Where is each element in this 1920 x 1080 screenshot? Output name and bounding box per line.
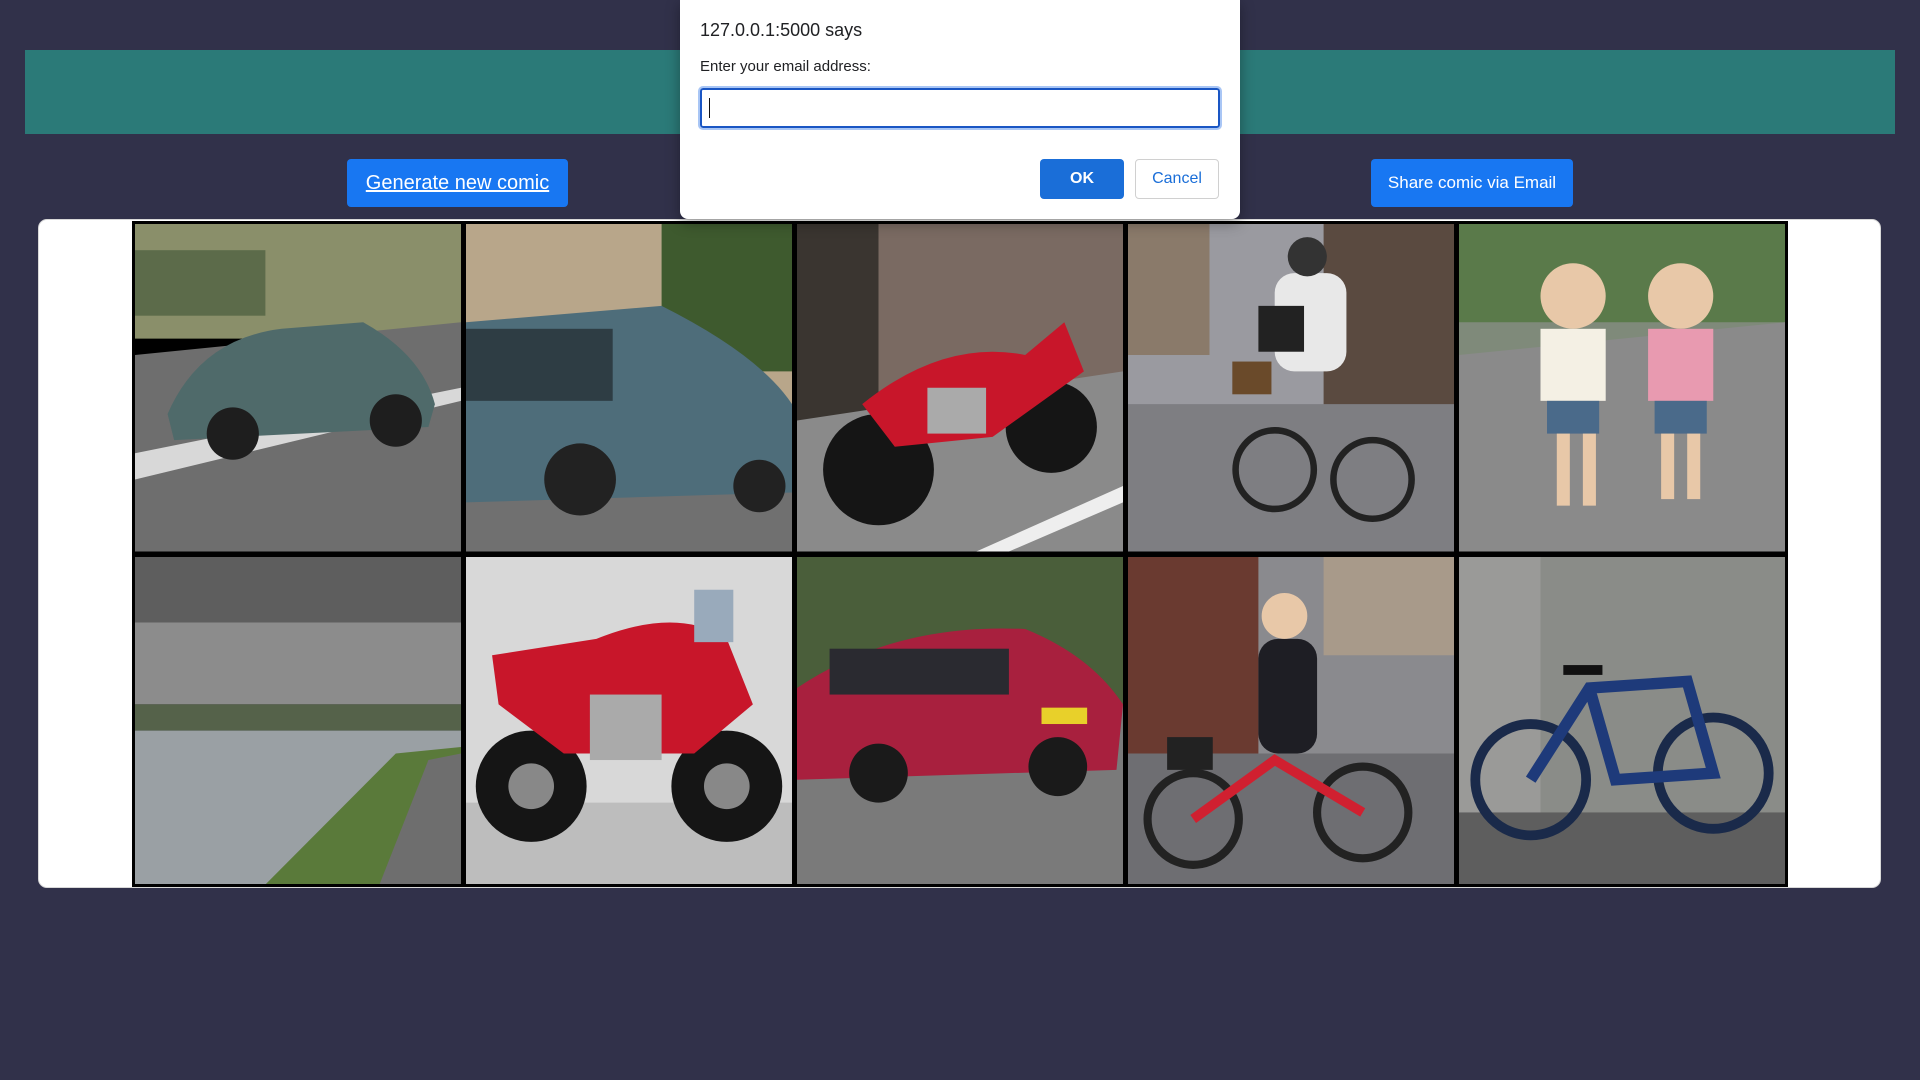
cyclist-image <box>1128 224 1454 552</box>
motorcycle-image <box>466 556 792 884</box>
prompt-dialog: 127.0.0.1:5000 says Enter your email add… <box>680 0 1240 219</box>
comic-panel-3 <box>797 224 1123 552</box>
car-image <box>797 556 1123 884</box>
comic-panel-2 <box>466 224 792 552</box>
car-image <box>466 224 792 552</box>
comic-panel-6 <box>135 556 461 884</box>
comic-panel-4 <box>1128 224 1454 552</box>
bicycle-image <box>1459 556 1785 884</box>
cyclist-image <box>1128 556 1454 884</box>
ok-button[interactable]: OK <box>1040 159 1124 199</box>
comic-panel-8 <box>797 556 1123 884</box>
dialog-origin: 127.0.0.1:5000 says <box>700 20 863 40</box>
dialog-message: Enter your email address: <box>700 58 871 75</box>
generate-comic-button[interactable]: Generate new comic <box>347 159 568 207</box>
car-image <box>135 224 461 552</box>
share-email-button[interactable]: Share comic via Email <box>1371 159 1573 207</box>
comic-grid <box>132 221 1788 887</box>
email-input[interactable] <box>698 86 1222 130</box>
comic-panel-1 <box>135 224 461 552</box>
cancel-button[interactable]: Cancel <box>1135 159 1219 199</box>
comic-panel-7 <box>466 556 792 884</box>
children-image <box>1459 224 1785 552</box>
comic-panel-9 <box>1128 556 1454 884</box>
comic-panel-5 <box>1459 224 1785 552</box>
comic-panel-10 <box>1459 556 1785 884</box>
landscape-image <box>135 556 461 884</box>
motorcycle-image <box>797 224 1123 552</box>
text-caret <box>709 98 710 118</box>
